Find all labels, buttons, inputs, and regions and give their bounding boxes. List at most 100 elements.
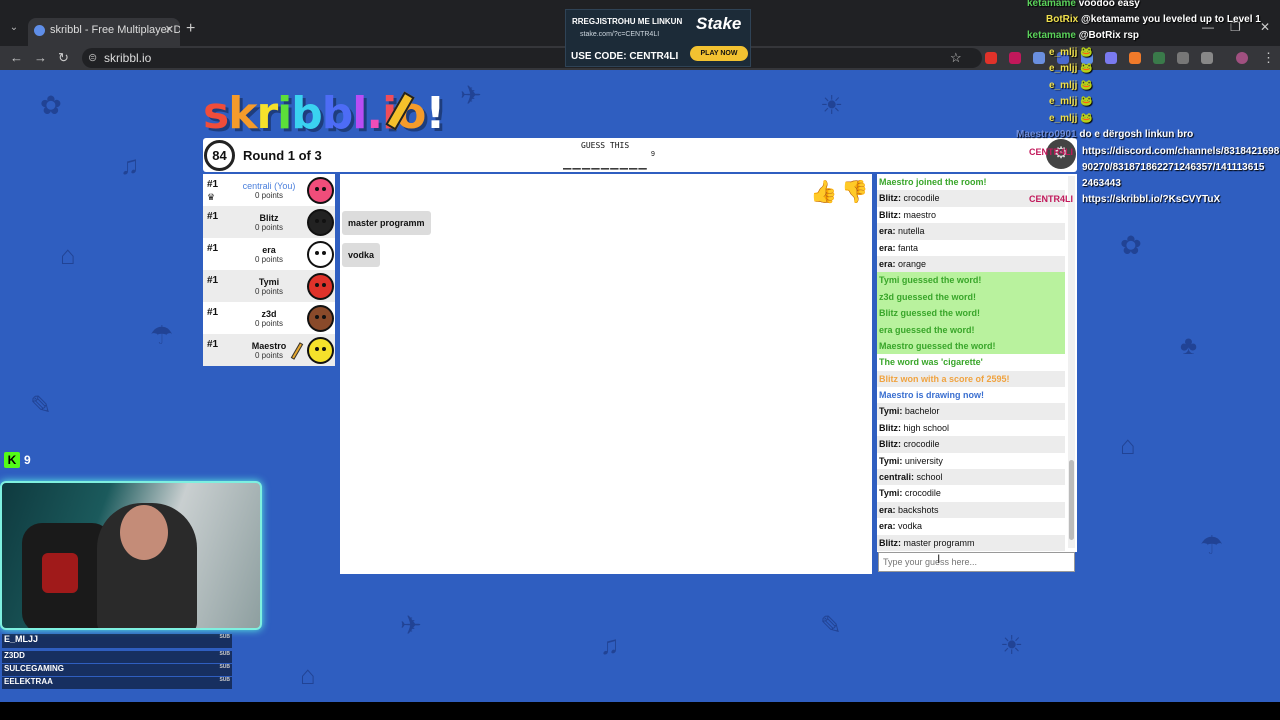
tab-title: skribbl - Free Multiplayer Drawi [50,24,180,36]
chat-message: Tymi guessed the word! [877,272,1065,289]
player-avatar [307,337,334,364]
stream-chat-line: Maestro0901 do e dërgosh linkun bro [1016,129,1194,140]
guess-input[interactable] [878,552,1075,572]
emote-icon: 🐸 [1080,80,1093,91]
player-row[interactable]: #1 era 0 points [203,238,335,270]
site-info-icon[interactable]: ⊜ [88,48,97,68]
chat-message: Blitz: crocodile [877,436,1065,453]
player-list: #1 ♛ centrali (You) 0 points #1 Blitz 0 … [203,174,335,366]
extension-icon[interactable] [1129,52,1141,64]
stream-chat-line: e_mljj 🐸 [1049,63,1093,74]
player-rank: #1 [207,307,219,318]
ad-code: USE CODE: CENTR4LI [571,51,679,62]
chat-message: Blitz won with a score of 2595! [877,370,1065,388]
extension-icon[interactable] [1033,52,1045,64]
stream-chat-line: e_mljj 🐸 [1049,96,1093,107]
url-text: skribbl.io [104,51,152,65]
player-rank: #1 [207,339,219,350]
reload-icon[interactable]: ↻ [58,50,69,66]
profile-avatar[interactable] [1236,52,1248,64]
player-avatar [307,273,334,300]
forward-icon[interactable]: → [34,50,47,65]
sub-row: SULCEGAMING SUB [2,664,232,676]
chair-accent [42,553,78,593]
chat-message: era: orange [877,255,1065,273]
word-length: 9 [651,151,655,158]
close-tab-icon[interactable]: ✕ [165,18,174,42]
emote-icon: 🐸 [1080,96,1093,107]
player-avatar [307,209,334,236]
extension-icon[interactable] [1153,52,1165,64]
chat-message: Maestro joined the room! [879,177,987,187]
bookmark-star-icon[interactable]: ☆ [950,50,962,66]
player-name: era [262,245,276,255]
player-name: centrali (You) [242,181,296,191]
game-chat: Maestro joined the room! Blitz: crocodil… [877,174,1077,552]
chat-message: Tymi: university [879,455,943,466]
extensions-puzzle-icon[interactable] [1201,52,1213,64]
thumbs-up-icon[interactable]: 👍 [810,178,837,206]
player-points: 0 points [254,223,284,232]
chat-message: Tymi: crocodile [879,488,941,499]
guess-this-label: GUESS THIS [581,141,630,150]
stream-chat-line: e_mljj 🐸 [1049,80,1093,91]
stream-chat-line: e_mljj 🐸 [1049,47,1093,58]
stream-chat-line: BotRix @ketamame you leveled up to Level… [1046,14,1261,25]
player-row[interactable]: #1 ♛ centrali (You) 0 points [203,174,335,206]
extension-icon[interactable] [1009,52,1021,64]
stream-chat-line: ketamame @BotRix rsp [1027,30,1140,41]
centr4li-watermark: CENTR4LI [1029,194,1074,204]
browser-tab[interactable]: skribbl - Free Multiplayer Drawi ✕ [28,18,180,46]
extension-icon[interactable] [985,52,997,64]
url-bar[interactable]: ⊜ skribbl.io [82,48,982,68]
kick-viewer-count: K9 [4,452,31,468]
ad-play-button: PLAY NOW [690,46,748,61]
extension-icon[interactable] [1177,52,1189,64]
back-icon[interactable]: ← [10,50,23,65]
guess-bubble: vodka [342,243,381,267]
chat-message: Blitz: high school [879,422,950,433]
stream-chat-line: 2463443 [1082,178,1121,189]
subs-title: E_MLJJ SUB [2,634,232,648]
webcam-overlay [0,481,262,630]
chat-message: era: backshots [877,501,1065,519]
thumbs-down-icon[interactable]: 👎 [841,178,868,206]
skribbl-favicon-icon [34,25,45,36]
emote-icon: 🐸 [1080,113,1093,124]
player-row[interactable]: #1 Blitz 0 points [203,206,335,238]
player-rank: #1 [207,211,219,222]
sub-row: Z3DD SUB [2,651,232,663]
chat-scrollbar-thumb[interactable] [1069,460,1074,540]
player-row[interactable]: #1 z3d 0 points [203,302,335,334]
browser-menu-icon[interactable]: ⋮ [1262,50,1275,66]
chat-message: Maestro guessed the word! [877,337,1065,355]
chat-message: Blitz: master programm [877,534,1065,551]
close-window-icon[interactable]: ✕ [1260,20,1270,34]
tab-search-icon[interactable]: ⌄ [6,20,22,36]
stream-chat-line: ketamame voodoo easy [1027,0,1140,9]
chat-message: z3d guessed the word! [877,288,1065,306]
stream-chat-line: e_mljj 🐸 [1049,113,1093,124]
chat-message: era guessed the word! [877,321,1065,338]
player-row[interactable]: #1 Tymi 0 points [203,270,335,302]
chat-message: era: vodka [879,521,923,532]
player-points: 0 points [254,191,284,200]
word-hint: _________ [563,154,648,170]
player-rank: #1 [207,275,219,286]
new-tab-icon[interactable]: + [186,20,195,38]
player-avatar [307,305,334,332]
round-indicator: Round 1 of 3 [243,148,322,163]
chat-message: Blitz guessed the word! [877,305,1065,322]
bottom-strip [0,702,1280,720]
ad-url: stake.com/?c=CENTR4LI [580,31,660,38]
emote-icon: 🐸 [1080,47,1093,58]
timer-clock: 84 [204,140,235,171]
emote-icon: 🐸 [1080,63,1093,74]
chat-message: Maestro is drawing now! [879,390,985,401]
streamer-head [120,505,168,560]
chat-message: centrali: school [877,469,1065,486]
player-row[interactable]: #1 Maestro 0 points [203,334,335,366]
player-points: 0 points [254,287,284,296]
extension-icon[interactable] [1105,52,1117,64]
chat-message: Blitz: maestro [879,209,937,220]
